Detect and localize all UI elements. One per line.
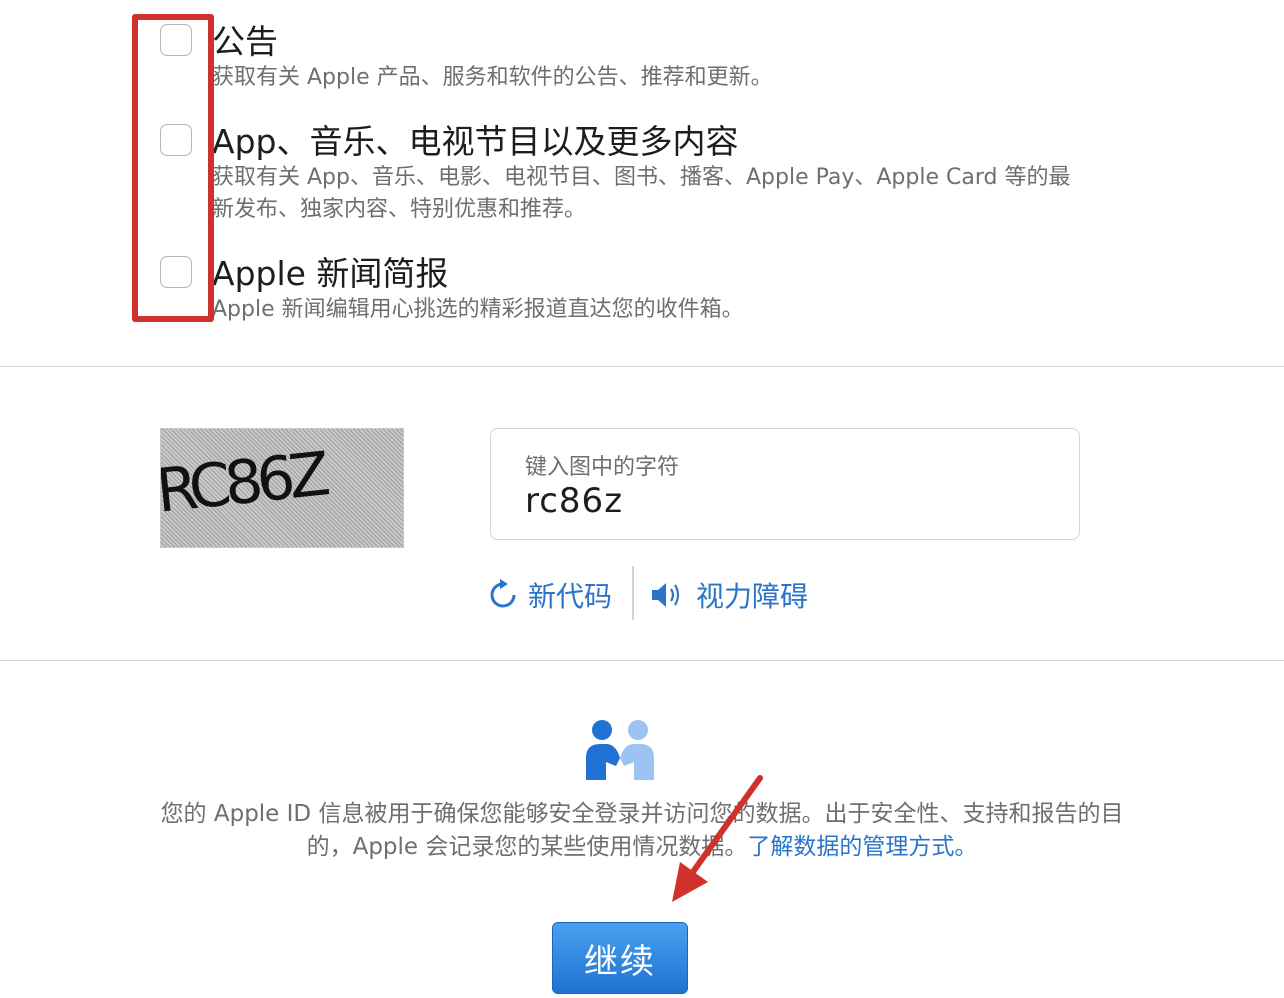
app-music-tv-description: 获取有关 App、音乐、电影、电视节目、图书、播客、Apple Pay、Appl…: [212, 165, 1071, 222]
apple-news-description: Apple 新闻编辑用心挑选的精彩报道直达您的收件箱。: [212, 297, 744, 322]
captcha-input-label: 键入图中的字符: [525, 455, 680, 480]
subscription-apple-news: Apple 新闻简报 Apple 新闻编辑用心挑选的精彩报道直达您的收件箱。: [160, 254, 1120, 334]
captcha-image: RC86Z: [160, 428, 404, 548]
speaker-icon: [652, 583, 680, 607]
people-icon: [586, 720, 654, 780]
captcha-input[interactable]: 键入图中的字符 rc86z: [490, 428, 1080, 540]
captcha-input-value[interactable]: rc86z: [525, 481, 623, 521]
vision-impaired-label: 视力障碍: [696, 580, 809, 613]
captcha-glyphs: RC86Z: [161, 439, 331, 527]
announcements-title: 公告: [212, 22, 278, 61]
new-code-link[interactable]: 新代码: [488, 570, 612, 620]
privacy-text: 您的 Apple ID 信息被用于确保您能够安全登录并访问您的数据。出于安全性、…: [160, 801, 1124, 860]
new-code-label: 新代码: [528, 580, 613, 613]
subscription-app-music-tv: App、音乐、电视节目以及更多内容 获取有关 App、音乐、电影、电视节目、图书…: [160, 122, 1120, 232]
privacy-notice: 您的 Apple ID 信息被用于确保您能够安全登录并访问您的数据。出于安全性、…: [150, 798, 1134, 864]
app-music-tv-title: App、音乐、电视节目以及更多内容: [212, 122, 739, 161]
vision-impaired-link[interactable]: 视力障碍: [650, 570, 808, 620]
app-music-tv-checkbox[interactable]: [160, 124, 192, 156]
announcements-checkbox[interactable]: [160, 24, 192, 56]
link-separator: [632, 566, 634, 620]
privacy-link[interactable]: 了解数据的管理方式。: [747, 834, 977, 860]
captcha-image-text: RC86Z: [161, 439, 331, 527]
refresh-icon: [490, 579, 516, 608]
subscription-announcements: 公告 获取有关 Apple 产品、服务和软件的公告、推荐和更新。: [160, 22, 1120, 102]
divider-bottom: [0, 660, 1284, 661]
continue-button[interactable]: 继续: [552, 922, 688, 994]
announcements-description: 获取有关 Apple 产品、服务和软件的公告、推荐和更新。: [212, 65, 773, 90]
apple-news-checkbox[interactable]: [160, 256, 192, 288]
divider-top: [0, 366, 1284, 367]
apple-news-title: Apple 新闻简报: [212, 254, 449, 293]
